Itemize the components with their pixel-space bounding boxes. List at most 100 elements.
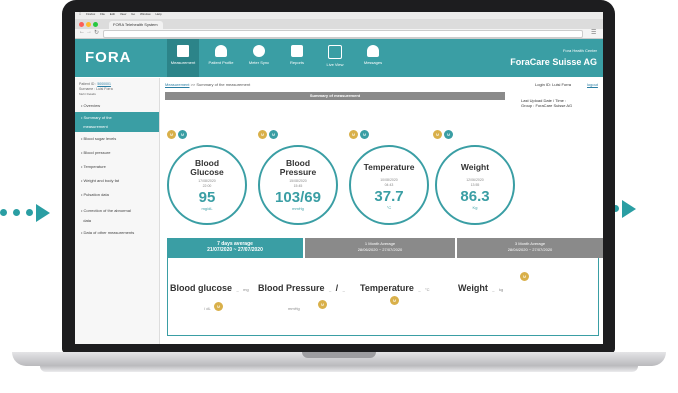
card-title: Pressure [279, 167, 317, 177]
tab-7-days[interactable]: 7 days average 21/07/2020 ~ 27/07/2020 [167, 238, 303, 258]
surname-label: Surname : [79, 87, 96, 91]
card-time: 13:55 [470, 182, 480, 187]
card-value: 37.7 [374, 188, 404, 205]
avg-value: _ [418, 287, 421, 292]
browser-url-bar: ← → ↻ Q ☰ [75, 29, 603, 45]
avg-label: Weight [458, 283, 488, 293]
browser-tab-bar: FORA Telehealth System [75, 19, 603, 29]
breadcrumb-current: >> Summary of the measurement [190, 82, 251, 87]
menu-view[interactable]: View [120, 12, 126, 16]
breadcrumb: Measurement >> Summary of the measuremen… [165, 82, 250, 87]
os-menubar:  Firefox File Edit View Go Window Help [75, 12, 603, 19]
app-header: FORA Measurement Patient Profile Meter S… [75, 39, 603, 77]
nav-messages[interactable]: Messages [357, 39, 389, 77]
sidebar-item-pulsation[interactable]: • Pulsation data [75, 192, 159, 197]
nav-live-view[interactable]: Live View [319, 39, 351, 77]
card-date: 15/08/2020 [289, 179, 307, 183]
avg-separator: / [335, 283, 339, 293]
tab-3-month[interactable]: 3 Month Average 28/04/2020 ~ 27/07/2020 [457, 238, 603, 258]
nav-label: Messages [363, 60, 383, 65]
sidebar-item-correction[interactable]: • Correction of the abnormal data [75, 206, 159, 226]
card-title: Temperature [363, 162, 415, 172]
nav-label: Measurement [170, 60, 196, 65]
message-icon [367, 45, 379, 57]
clipboard-icon [177, 45, 189, 57]
last-upload-info: Last Upload Date / Time : Group : ForaCa… [521, 98, 572, 108]
average-panel: Blood glucose _ mg / dL M Blood Pressure… [167, 258, 599, 336]
sidebar: Patient ID : 5000001 Surname : Luisi For… [75, 78, 160, 344]
nav-meter-sync[interactable]: Meter Sync [243, 39, 275, 77]
weight-card[interactable]: Weight 12/06/2020 13:55 86.3 Kg [435, 145, 515, 225]
minimize-window-button[interactable] [86, 22, 91, 27]
nav-label: Patient Profile [208, 60, 234, 65]
card-value-diastolic: 69 [304, 189, 321, 206]
sidebar-item-label: Summary of the [83, 115, 112, 120]
nav-reports[interactable]: Reports [281, 39, 313, 77]
left-arrow-decoration [0, 203, 60, 223]
nav-measurement[interactable]: Measurement [167, 39, 199, 77]
menu-app[interactable]: Firefox [86, 12, 95, 16]
nav-label: Meter Sync [248, 60, 270, 65]
sidebar-item-label: measurement [83, 124, 108, 129]
nav-patient-profile[interactable]: Patient Profile [205, 39, 237, 77]
manual-badge-icon: M [269, 130, 278, 139]
menu-window[interactable]: Window [140, 12, 151, 16]
avg-label: Blood Pressure [258, 283, 325, 293]
reload-icon[interactable]: ↻ [94, 29, 99, 36]
sidebar-item-blood-pressure[interactable]: • Blood pressure [75, 150, 159, 155]
address-input[interactable]: Q [103, 30, 583, 45]
sidebar-item-weight[interactable]: • Weight and body fat [75, 178, 159, 183]
avg-label: Temperature [360, 283, 414, 293]
card-value: 95 [198, 189, 216, 206]
browser-tab[interactable]: FORA Telehealth System [109, 21, 163, 29]
patient-id-link[interactable]: 5000001 [97, 82, 111, 86]
card-value-systolic: 103 [275, 189, 301, 206]
card-time: 15:45 [293, 183, 303, 188]
avg-unit: mmHg [288, 306, 300, 311]
menu-edit[interactable]: Edit [110, 12, 115, 16]
blood-pressure-card[interactable]: Blood Pressure 15/08/2020 15:45 103/69 mmH… [258, 145, 338, 225]
card-value: 86.3 [460, 188, 490, 205]
apple-icon:  [79, 12, 81, 16]
sidebar-item-temperature[interactable]: • Temperature [75, 164, 159, 169]
meter-badge-icon: M [214, 302, 223, 311]
blood-glucose-card[interactable]: Blood Glucose 17/08/2020 22:00 95 mg/dL [167, 145, 247, 225]
card-unit: Kg [472, 205, 478, 210]
manual-badge-icon: M [360, 130, 369, 139]
sidebar-item-label: Pulsation data [83, 192, 109, 197]
manual-badge-icon: M [178, 130, 187, 139]
sidebar-item-label: Overview [83, 103, 101, 108]
temperature-card[interactable]: Temperature 10/08/2020 04:43 37.7 °C [349, 145, 429, 225]
forward-icon[interactable]: → [86, 29, 92, 35]
sidebar-item-blood-sugar[interactable]: • Blood sugar levels [75, 136, 159, 141]
tab-range: 28/06/2020 ~ 27/07/2020 [357, 247, 403, 252]
close-window-button[interactable] [79, 22, 84, 27]
header-user: Fora Health Center [562, 48, 597, 53]
sidebar-item-other[interactable]: • Data of other measurements [75, 230, 159, 235]
menu-go[interactable]: Go [131, 12, 135, 16]
card-title: Glucose [190, 167, 224, 177]
menu-file[interactable]: File [100, 12, 105, 16]
card-unit: °C [386, 205, 392, 210]
summary-title-bar: Summary of measurement [165, 92, 505, 100]
nav-label: Live View [326, 62, 344, 67]
sidebar-item-summary[interactable]: • Summary of the measurement [75, 112, 159, 132]
header-account: Fora Health Center ForaCare Suisse AG [510, 48, 597, 67]
back-icon[interactable]: ← [79, 29, 85, 35]
printer-icon [291, 45, 303, 57]
fora-logo: FORA [85, 49, 132, 66]
person-icon [215, 45, 227, 57]
logout-link[interactable]: logout [587, 82, 598, 87]
breadcrumb-link[interactable]: Measurement [165, 82, 189, 87]
header-company: ForaCare Suisse AG [510, 57, 597, 67]
avg-temperature: Temperature _ °C [360, 278, 440, 296]
tab-1-month[interactable]: 1 Month Average 28/06/2020 ~ 27/07/2020 [305, 238, 455, 258]
sidebar-item-overview[interactable]: • Overview [75, 102, 159, 110]
card-time: 04:43 [384, 182, 394, 187]
more-details-link[interactable]: Mehr Details [79, 92, 96, 96]
zoom-window-button[interactable] [93, 22, 98, 27]
menu-help[interactable]: Help [155, 12, 161, 16]
menu-icon[interactable]: ☰ [591, 29, 596, 36]
card-title: Weight [460, 162, 490, 172]
card-time: 22:00 [202, 183, 212, 188]
